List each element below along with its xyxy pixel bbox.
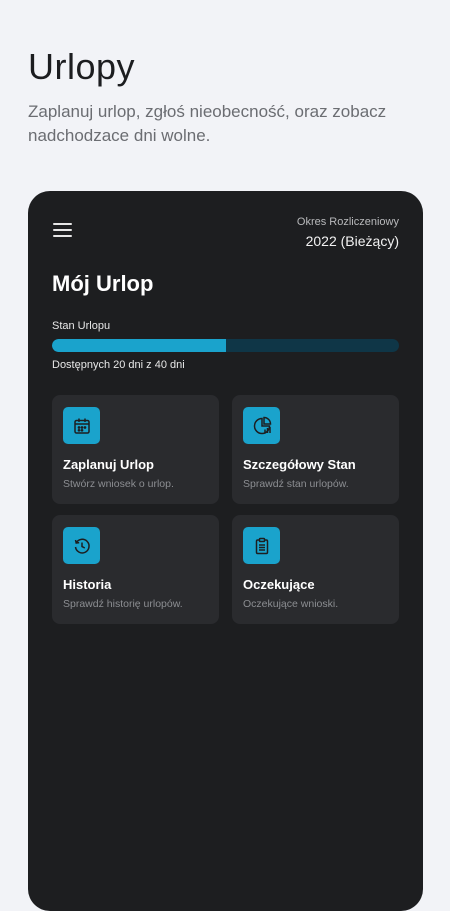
billing-period[interactable]: Okres Rozliczeniowy 2022 (Bieżący)	[297, 216, 399, 249]
clipboard-icon	[243, 527, 280, 564]
pie-chart-icon	[243, 407, 280, 444]
tile-title: Oczekujące	[243, 577, 315, 592]
balance-text: Dostępnych 20 dni z 40 dni	[52, 359, 185, 371]
tile-pending[interactable]: Oczekujące Oczekujące wnioski.	[232, 515, 399, 624]
tile-title: Historia	[63, 577, 112, 592]
tile-description: Oczekujące wnioski.	[243, 598, 339, 610]
hamburger-menu-icon[interactable]	[53, 221, 75, 239]
balance-progress-bar	[52, 339, 399, 352]
tile-title: Szczegółowy Stan	[243, 457, 356, 472]
tile-title: Zaplanuj Urlop	[63, 457, 154, 472]
tile-description: Sprawdź historię urlopów.	[63, 598, 183, 610]
period-label: Okres Rozliczeniowy	[296, 216, 399, 228]
tile-detailed-balance[interactable]: Szczegółowy Stan Sprawdź stan urlopów.	[232, 395, 399, 504]
calendar-icon	[63, 407, 100, 444]
tile-plan-leave[interactable]: Zaplanuj Urlop Stwórz wniosek o urlop.	[52, 395, 219, 504]
tile-history[interactable]: Historia Sprawdź historię urlopów.	[52, 515, 219, 624]
history-icon	[63, 527, 100, 564]
balance-label: Stan Urlopu	[52, 320, 111, 332]
period-value: 2022 (Bieżący)	[305, 233, 399, 249]
page-subtitle: Zaplanuj urlop, zgłoś nieobecność, oraz …	[28, 102, 387, 145]
tile-description: Sprawdź stan urlopów.	[243, 478, 349, 490]
app-screen: Okres Rozliczeniowy 2022 (Bieżący) Mój U…	[28, 191, 423, 911]
page-title: Urlopy	[28, 46, 136, 87]
tile-description: Stwórz wniosek o urlop.	[63, 478, 174, 490]
screen-title: Mój Urlop	[52, 271, 154, 296]
balance-progress-fill	[52, 339, 226, 352]
